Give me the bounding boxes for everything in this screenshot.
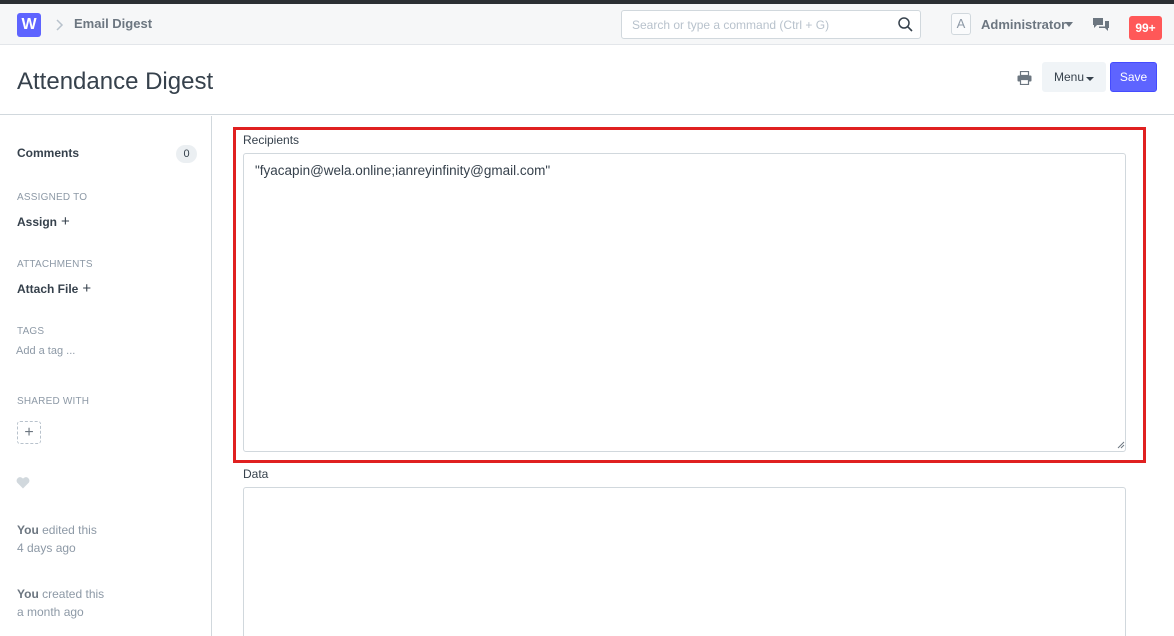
plus-icon: + <box>24 424 34 441</box>
comments-count-badge: 0 <box>176 145 197 163</box>
breadcrumb-chevron-icon <box>56 19 64 31</box>
page-head: Attendance Digest Menu Save <box>0 45 1174 115</box>
plus-icon: + <box>82 280 92 297</box>
activity-time: 4 days ago <box>17 541 76 555</box>
caret-down-icon[interactable] <box>1065 22 1073 27</box>
resize-handle-icon[interactable] <box>1117 441 1125 449</box>
user-menu-toggle[interactable]: Administrator <box>981 17 1066 32</box>
activity-time: a month ago <box>17 605 84 619</box>
assigned-to-heading: ASSIGNED TO <box>17 192 88 203</box>
activity-actor: You <box>17 587 39 601</box>
page-title: Attendance Digest <box>17 68 214 95</box>
add-tag-link[interactable]: Add a tag ... <box>16 345 75 357</box>
data-textarea[interactable] <box>243 487 1126 636</box>
navbar: W Email Digest A Administrator 99+ <box>0 4 1174 45</box>
heart-icon[interactable] <box>16 476 30 489</box>
search-input[interactable] <box>622 11 892 38</box>
data-label: Data <box>243 467 269 481</box>
sidebar-comments-link[interactable]: Comments <box>17 146 79 160</box>
breadcrumb-email-digest[interactable]: Email Digest <box>74 16 152 31</box>
user-avatar[interactable]: A <box>951 13 971 35</box>
attach-file-button[interactable]: Attach File + <box>17 280 91 297</box>
activity-item: You created this a month ago <box>17 585 104 621</box>
form-main: Recipients "fyacapin@wela.online;ianreyi… <box>213 116 1174 636</box>
attachments-heading: ATTACHMENTS <box>17 259 93 270</box>
shared-with-heading: SHARED WITH <box>17 396 90 407</box>
menu-caret-icon <box>1086 77 1094 81</box>
assign-label: Assign <box>17 215 58 229</box>
assign-button[interactable]: Assign + <box>17 213 70 230</box>
activity-item: You edited this 4 days ago <box>17 521 97 557</box>
activity-action: created this <box>42 587 105 601</box>
plus-icon: + <box>61 213 70 230</box>
activity-actor: You <box>17 523 39 537</box>
recipients-textarea[interactable]: "fyacapin@wela.online;ianreyinfinity@gma… <box>243 153 1126 452</box>
search-icon[interactable] <box>897 16 914 33</box>
menu-button[interactable]: Menu <box>1042 62 1106 92</box>
chat-icon[interactable] <box>1092 17 1110 33</box>
search-box <box>621 10 921 39</box>
recipients-label: Recipients <box>243 133 300 147</box>
add-share-button[interactable]: + <box>17 421 41 444</box>
form-sidebar: Comments 0 ASSIGNED TO Assign + ATTACHMEN… <box>0 116 212 636</box>
save-button[interactable]: Save <box>1110 62 1157 92</box>
tags-heading: TAGS <box>17 326 45 337</box>
activity-action: edited this <box>42 523 97 537</box>
app-logo[interactable]: W <box>17 13 41 37</box>
attach-file-label: Attach File <box>17 282 79 296</box>
print-icon[interactable] <box>1017 71 1032 85</box>
notifications-badge[interactable]: 99+ <box>1129 16 1162 40</box>
